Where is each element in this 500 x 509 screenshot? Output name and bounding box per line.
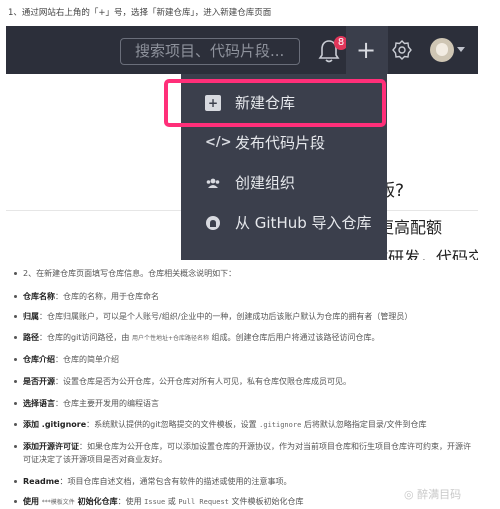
gear-icon[interactable] <box>392 40 412 60</box>
watermark: ◎ 醉满目码 <box>404 488 462 501</box>
list-item: 归属：仓库归属账户，可以是个人账号/组织/企业中的一种，创建成功后该账户默认为仓… <box>14 311 412 322</box>
avatar[interactable] <box>430 38 454 62</box>
menu-item-publish-snippet[interactable]: </> 发布代码片段 <box>181 123 387 163</box>
plus-icon: + <box>356 36 377 64</box>
github-icon <box>206 216 220 230</box>
list-item: Readme：项目仓库自述文档，通常包含有软件的描述或使用的注意事项。 <box>14 476 291 487</box>
screenshot-frame: 搜索项目、代码片段... 8 + 版? 更高配额 原生专注协作研发，代码交 + … <box>6 26 478 260</box>
group-icon <box>206 178 220 188</box>
list-item: 路径：仓库的git访问路径，由 用户个性地址+仓库路径名称 组成。创建仓库后用户… <box>14 332 380 343</box>
list-item-continued: 可证决定了该开源项目是否对商业友好。 <box>23 455 167 464</box>
list-item: 仓库名称：仓库的名称，用于仓库命名 <box>14 291 159 302</box>
list-item: 选择语言：仓库主要开发用的编程语言 <box>14 398 159 409</box>
menu-item-import-github[interactable]: 从 GitHub 导入仓库 <box>181 203 387 243</box>
list-item: 使用 ***模板文件 初始化仓库：使用 Issue 或 Pull Request… <box>14 496 303 507</box>
chevron-down-icon[interactable] <box>457 47 465 52</box>
create-button[interactable]: + <box>346 26 388 74</box>
list-item: 是否开源：设置仓库是否为公开仓库，公开仓库对所有人可见，私有仓库仅限仓库成员可见… <box>14 376 351 387</box>
search-input[interactable]: 搜索项目、代码片段... <box>120 38 300 65</box>
step-1-text: 1、通过网站右上角的「+」号，选择「新建仓库」，进入新建仓库页面 <box>8 8 272 18</box>
menu-item-label: 发布代码片段 <box>235 134 326 152</box>
highlight-box <box>164 79 386 127</box>
menu-item-label: 创建组织 <box>235 174 296 192</box>
background-text-2: 更高配额 <box>378 218 443 237</box>
menu-item-label: 从 GitHub 导入仓库 <box>235 214 372 232</box>
list-item: 添加开源许可证：如果仓库为公开仓库，可以添加设置仓库的开源协议，作为对当前项目仓… <box>14 441 471 452</box>
list-item: 2、在新建仓库页面填写仓库信息。仓库相关概念说明如下： <box>14 268 236 279</box>
menu-item-create-org[interactable]: 创建组织 <box>181 163 387 203</box>
code-icon: </> <box>205 135 232 150</box>
list-item: 添加 .gitignore：系统默认提供的git忽略提交的文件模板，设置 .gi… <box>14 419 427 430</box>
avatar-face-shape <box>436 43 448 56</box>
list-item: 仓库介绍：仓库的简单介绍 <box>14 354 119 365</box>
top-navbar: 搜索项目、代码片段... 8 + <box>6 26 478 74</box>
